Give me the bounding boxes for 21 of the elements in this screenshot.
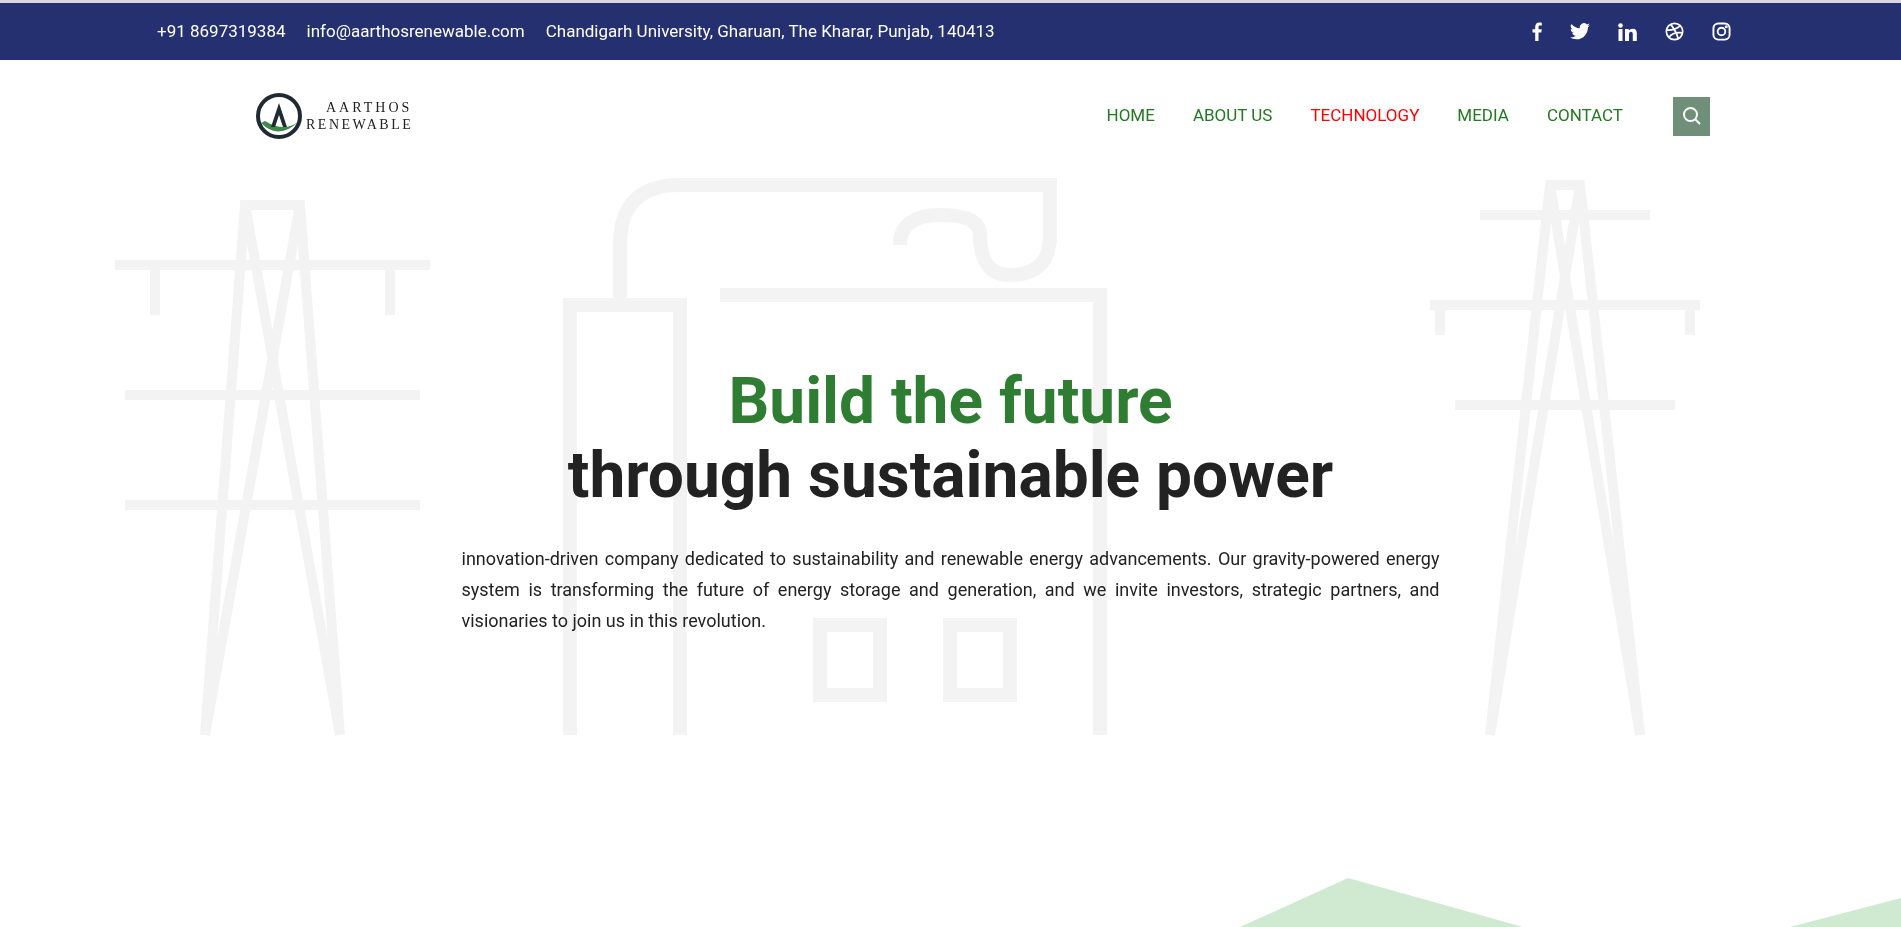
hero-paragraph: innovation-driven company dedicated to sustainability and renewable energy advancements. Our gravity-powered energy system is transforming the future of energy storage and generation, and we invite investors, strategic partners, and visionaries to join us in this revolution. bbox=[461, 547, 1440, 633]
hero-title: Build the future bbox=[728, 365, 1173, 439]
linkedin-icon[interactable] bbox=[1618, 22, 1637, 41]
nav-link[interactable]: MEDIA bbox=[1457, 103, 1509, 129]
search-button[interactable] bbox=[1673, 96, 1710, 136]
hero-title: through sustainable power bbox=[567, 439, 1334, 513]
dribbble-icon[interactable] bbox=[1665, 22, 1684, 41]
nav-link[interactable]: CONTACT bbox=[1546, 103, 1623, 129]
twitter-icon[interactable] bbox=[1570, 23, 1590, 40]
logo-text: AARTHOS bbox=[325, 99, 414, 116]
search-icon bbox=[1681, 106, 1702, 126]
email-address: info@aarthosrenewable.com bbox=[306, 19, 525, 43]
nav-link[interactable]: TECHNOLOGY bbox=[1310, 103, 1420, 129]
nav-link[interactable]: ABOUT US bbox=[1192, 103, 1273, 129]
nav-link[interactable]: HOME bbox=[1106, 103, 1155, 129]
logo-icon bbox=[255, 91, 303, 141]
logo-text: RENEWABLE bbox=[306, 116, 414, 133]
facebook-icon[interactable] bbox=[1532, 22, 1542, 41]
address-text: Chandigarh University, Gharuan, The Kharar, Punjab, 140413 bbox=[545, 19, 995, 43]
phone-number: +91 8697319384 bbox=[157, 19, 286, 43]
instagram-icon[interactable] bbox=[1712, 22, 1731, 41]
